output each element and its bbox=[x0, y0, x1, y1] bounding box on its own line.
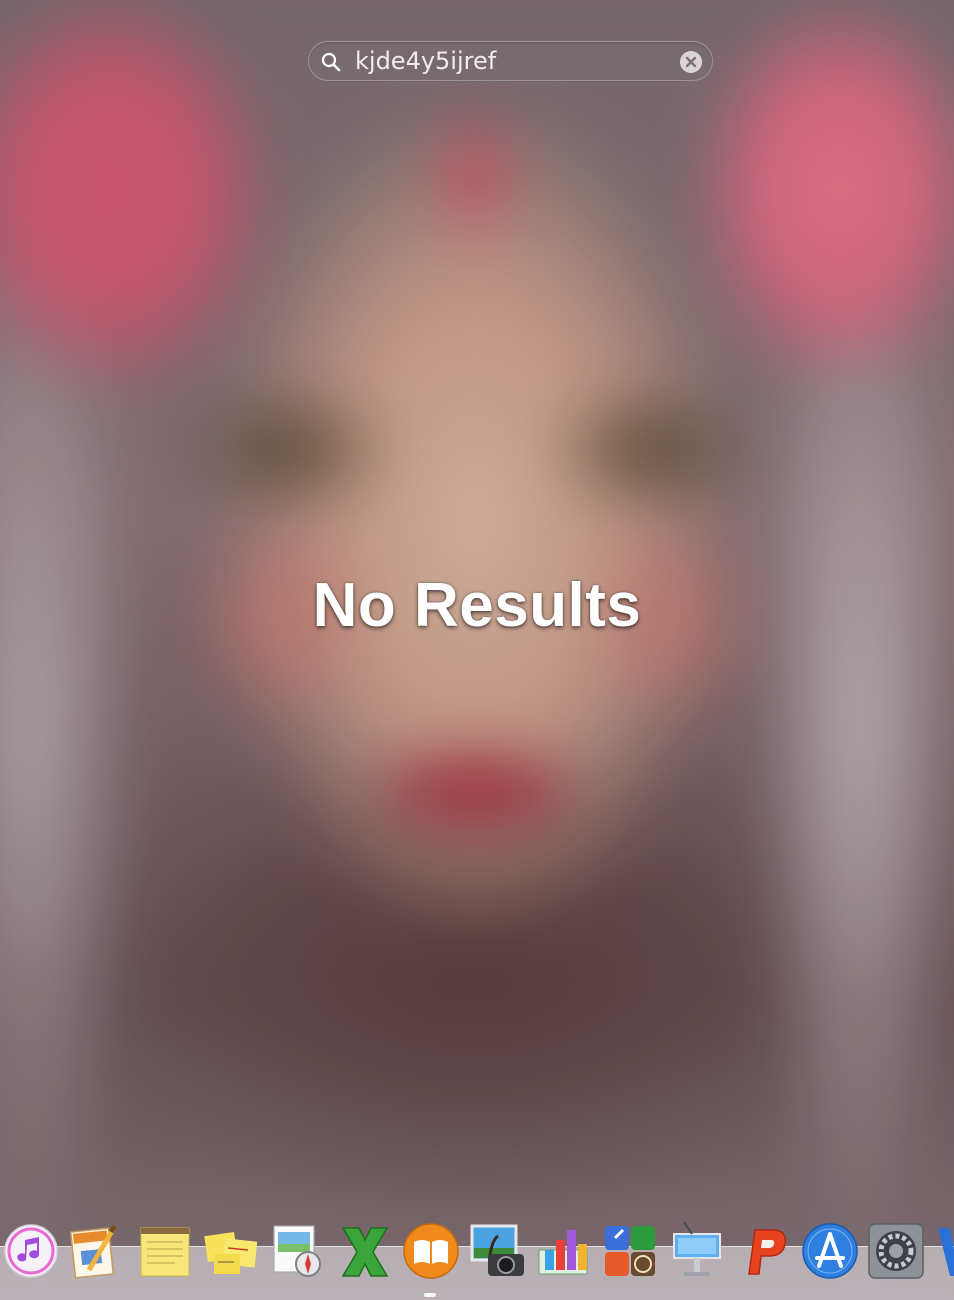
pages-icon[interactable] bbox=[67, 1220, 125, 1280]
word-icon[interactable] bbox=[932, 1220, 954, 1280]
stickies-icon[interactable] bbox=[202, 1220, 260, 1280]
powerpoint-icon[interactable] bbox=[735, 1220, 793, 1280]
search-bar[interactable] bbox=[308, 41, 713, 81]
app-store-icon[interactable] bbox=[801, 1220, 859, 1280]
search-input[interactable] bbox=[355, 47, 655, 75]
itunes-icon[interactable] bbox=[2, 1220, 60, 1280]
close-icon bbox=[685, 56, 697, 68]
dock-running-indicator bbox=[424, 1293, 436, 1297]
clear-search-button[interactable] bbox=[680, 51, 702, 73]
ibooks-icon[interactable] bbox=[402, 1220, 460, 1280]
image-capture-icon[interactable] bbox=[468, 1220, 526, 1280]
numbers-icon[interactable] bbox=[535, 1220, 593, 1280]
keynote-icon[interactable] bbox=[668, 1220, 726, 1280]
system-preferences-icon[interactable] bbox=[867, 1220, 925, 1280]
wallpaper-overlay bbox=[0, 0, 954, 1300]
preview-icon[interactable] bbox=[268, 1220, 326, 1280]
no-results-message: No Results bbox=[312, 571, 642, 640]
dashboard-icon[interactable] bbox=[601, 1220, 659, 1280]
excel-icon[interactable] bbox=[335, 1220, 393, 1280]
launchpad-screen: No Results bbox=[0, 0, 954, 1300]
search-icon bbox=[321, 52, 341, 72]
notes-icon[interactable] bbox=[135, 1220, 193, 1280]
